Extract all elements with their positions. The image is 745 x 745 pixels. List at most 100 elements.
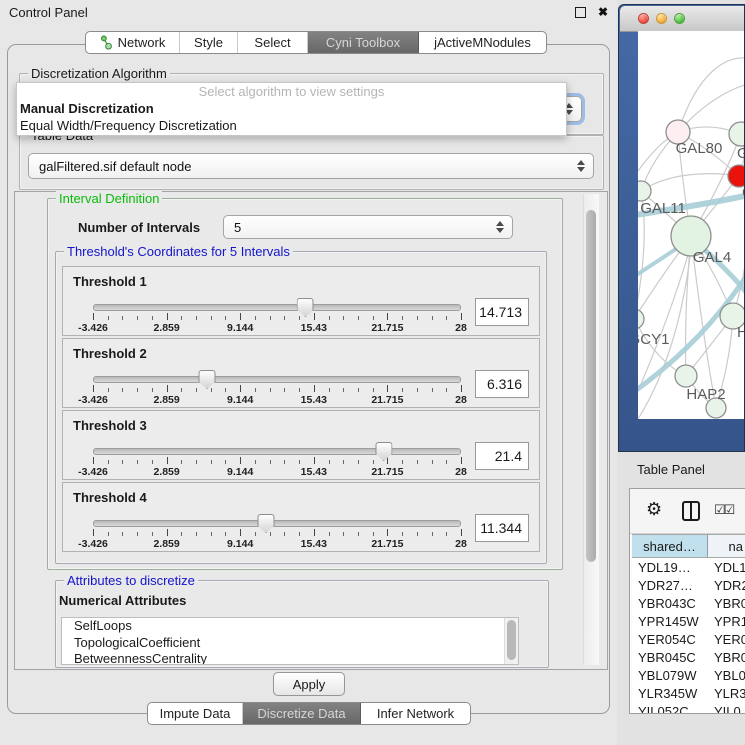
threshold-label: Threshold 1 <box>63 267 539 290</box>
table-row[interactable]: YBR043CYBR0 <box>632 594 745 612</box>
cell-shared-name: YBL079W <box>632 668 708 683</box>
attribute-list-item[interactable]: TopologicalCoefficient <box>62 635 518 652</box>
table-data-combo[interactable]: galFiltered.sif default node <box>28 153 594 179</box>
network-node-label-red-node: C <box>742 184 744 201</box>
close-window-icon[interactable] <box>638 13 649 24</box>
column-header-name[interactable]: na <box>708 535 745 557</box>
attributes-group-title: Attributes to discretize <box>64 573 198 588</box>
table-row[interactable]: YPR145WYPR1 <box>632 612 745 630</box>
slider-track[interactable] <box>93 376 461 383</box>
minimize-window-icon[interactable] <box>656 13 667 24</box>
table-data-group: Table Data galFiltered.sif default node <box>19 135 604 190</box>
network-canvas[interactable]: GAL80GACGAL11GAL4GCY1HHAP2 <box>638 31 744 419</box>
numerical-attributes-list[interactable]: SelfLoopsTopologicalCoefficientBetweenne… <box>61 617 519 665</box>
select-columns-checkboxes-icon[interactable]: ☑☑ <box>714 502 733 518</box>
table-row[interactable]: YDL19…YDL1 <box>632 558 745 576</box>
float-window-icon[interactable] <box>575 7 586 18</box>
network-node-label-GAL80: GAL80 <box>676 140 723 157</box>
cell-shared-name: YDR27… <box>632 578 708 593</box>
tab-impute-data[interactable]: Impute Data <box>148 703 243 724</box>
slider-track[interactable] <box>93 520 461 527</box>
popup-item-manual-discretization[interactable]: Manual Discretization <box>17 100 566 117</box>
threshold-value-field[interactable]: 14.713 <box>475 298 529 326</box>
column-header-shared-name[interactable]: shared… <box>632 535 708 557</box>
cell-shared-name: YPR145W <box>632 614 708 629</box>
tab-select[interactable]: Select <box>238 32 308 53</box>
network-node-label-GCY1: GCY1 <box>638 331 669 348</box>
tab-label: Impute Data <box>160 706 231 721</box>
network-node-label-node-H: H <box>737 324 744 341</box>
table-row[interactable]: YLR345WYLR3 <box>632 685 745 703</box>
cell-name: YPR1 <box>708 614 745 629</box>
threshold-box-4: Threshold 4-3.4262.8599.14415.4321.71528… <box>62 482 540 552</box>
slider-track[interactable] <box>93 448 461 455</box>
threshold-label: Threshold 4 <box>63 483 539 506</box>
threshold-value-field[interactable]: 11.344 <box>475 514 529 542</box>
cell-name: YBL0 <box>708 668 745 683</box>
attributes-list-scrollbar-thumb[interactable] <box>507 620 516 660</box>
cell-name: YLR3 <box>708 686 745 701</box>
numerical-attributes-heading: Numerical Attributes <box>59 593 186 608</box>
table-row[interactable]: YBR045CYBR0 <box>632 648 745 666</box>
threshold-value-field[interactable]: 21.4 <box>475 442 529 470</box>
apply-button[interactable]: Apply <box>273 672 345 696</box>
tab-cyni-toolbox[interactable]: Cyni Toolbox <box>308 32 419 53</box>
network-graph[interactable]: GAL80GACGAL11GAL4GCY1HHAP2 <box>638 31 744 419</box>
table-panel: ⚙ ☑☑ shared… na YDL19…YDL1YDR27…YDR2YBR0… <box>629 488 745 714</box>
threshold-slider-3[interactable]: -3.4262.8599.14415.4321.71528 <box>93 436 461 478</box>
cyni-bottom-tabs: Impute Data Discretize DataInfer Network <box>147 702 471 725</box>
control-panel-title: Control Panel <box>9 5 575 20</box>
slider-tick-labels: -3.4262.8599.14415.4321.71528 <box>93 322 461 333</box>
table-row[interactable]: YER054CYER0 <box>632 630 745 648</box>
network-node-node-top-right[interactable] <box>729 122 744 146</box>
network-edge[interactable] <box>686 236 691 376</box>
tab-network[interactable]: Network <box>86 32 180 53</box>
threshold-box-1: Threshold 1 -3.4262.8599.14415.4321.71528… <box>62 266 540 336</box>
cell-name: YBR0 <box>708 596 745 611</box>
combo-stepper-icon <box>577 160 585 172</box>
algorithm-dropdown-popup: Select algorithm to view settings Manual… <box>16 82 567 136</box>
split-columns-icon[interactable] <box>682 501 700 521</box>
cell-name: YDR2 <box>708 578 745 593</box>
threshold-box-2: Threshold 2-3.4262.8599.14415.4321.71528… <box>62 338 540 408</box>
cell-shared-name: YIL052C <box>632 704 708 713</box>
network-edge[interactable] <box>641 174 739 191</box>
cell-shared-name: YLR345W <box>632 686 708 701</box>
threshold-slider-2[interactable]: -3.4262.8599.14415.4321.71528 <box>93 364 461 406</box>
close-icon[interactable]: ✖ <box>598 6 608 18</box>
zoom-window-icon[interactable] <box>674 13 685 24</box>
attributes-list-scrollbar[interactable] <box>504 618 518 664</box>
settings-vertical-scrollbar[interactable] <box>583 194 599 665</box>
tab-infer-network[interactable]: Infer Network <box>361 703 470 724</box>
popup-item-equal-width[interactable]: Equal Width/Frequency Discretization <box>17 117 566 134</box>
threshold-slider-1[interactable]: -3.4262.8599.14415.4321.71528 <box>93 292 461 334</box>
attribute-list-item[interactable]: SelfLoops <box>62 618 518 635</box>
num-intervals-value: 5 <box>234 220 241 235</box>
control-panel-titlebar: Control Panel ✖ <box>0 0 617 24</box>
attribute-list-item[interactable]: BetweennessCentrality <box>62 651 518 665</box>
table-data-combo-value: galFiltered.sif default node <box>39 159 191 174</box>
thresholds-group: Threshold's Coordinates for 5 Intervals … <box>55 251 547 564</box>
popup-placeholder-item[interactable]: Select algorithm to view settings <box>17 83 566 100</box>
tab-jactivemnodules[interactable]: jActiveMNodules <box>419 32 546 53</box>
tab-style[interactable]: Style <box>180 32 238 53</box>
control-panel-tabs: NetworkStyleSelectCyni ToolboxjActiveMNo… <box>85 31 547 54</box>
settings-scrollbar-thumb[interactable] <box>586 210 596 562</box>
gear-icon[interactable]: ⚙ <box>646 500 662 518</box>
cyni-toolbox-panel: Discretization Algorithm Select algorith… <box>7 44 610 714</box>
network-view-window[interactable]: GAL80GACGAL11GAL4GCY1HHAP2 <box>618 4 745 452</box>
threshold-label: Threshold 2 <box>63 339 539 362</box>
algorithm-group-title: Discretization Algorithm <box>28 66 170 81</box>
table-row[interactable]: YBL079WYBL0 <box>632 667 745 685</box>
network-node-HAP2[interactable] <box>675 365 697 387</box>
slider-track[interactable] <box>93 304 461 311</box>
table-row[interactable]: YIL052CYIL0 <box>632 703 745 713</box>
tab-discretize-data[interactable]: Discretize Data <box>243 703 361 724</box>
num-intervals-combo[interactable]: 5 <box>223 215 513 239</box>
threshold-value-field[interactable]: 6.316 <box>475 370 529 398</box>
network-node-GCY1[interactable] <box>638 309 644 329</box>
slider-ticks <box>93 529 461 537</box>
settings-scroll-panel: Interval Definition Number of Intervals … <box>14 191 608 670</box>
table-row[interactable]: YDR27…YDR2 <box>632 576 745 594</box>
threshold-slider-4[interactable]: -3.4262.8599.14415.4321.71528 <box>93 508 461 550</box>
